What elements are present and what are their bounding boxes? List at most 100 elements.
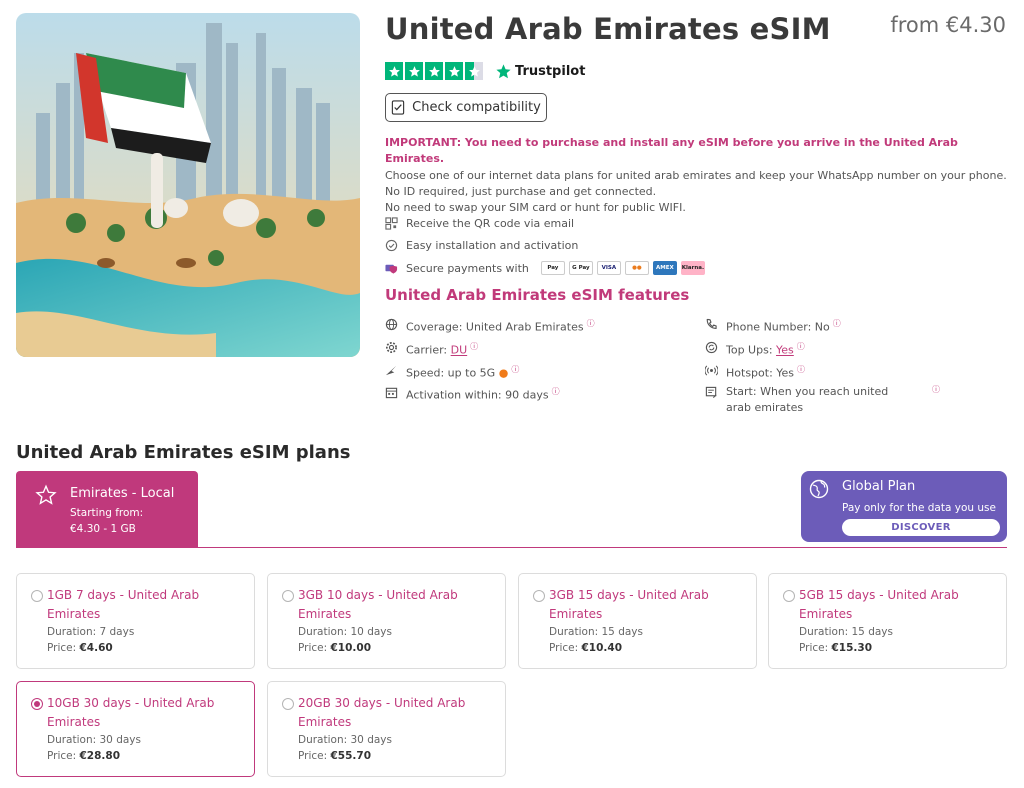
tab-local-starting-label: Starting from:	[70, 507, 144, 519]
info-icon[interactable]: ⓘ	[470, 342, 478, 351]
plan-name: 20GB 30 days - United Arab Emirates	[298, 696, 466, 729]
plan-card[interactable]: 20GB 30 days - United Arab Emirates Durat…	[267, 681, 506, 777]
description-line: No ID required, just purchase and get co…	[385, 184, 657, 198]
duration-label: Duration:	[47, 626, 97, 638]
feature-phone: Phone Number: No ⓘ	[705, 316, 841, 336]
star-icon	[445, 62, 463, 80]
price-label: Price:	[298, 642, 328, 654]
visa-icon: VISA	[596, 261, 621, 276]
plan-name: 5GB 15 days - United Arab Emirates	[799, 588, 959, 621]
feature-coverage: Coverage: United Arab Emirates ⓘ	[385, 316, 595, 336]
calendar-icon	[385, 387, 398, 399]
plan-price: Price: €28.80	[47, 750, 120, 762]
duration-label: Duration:	[549, 626, 599, 638]
plan-duration: Duration: 30 days	[47, 734, 141, 746]
amex-icon: AMEX	[652, 261, 677, 276]
price-label: Price:	[298, 750, 328, 762]
info-icon[interactable]: ⓘ	[587, 319, 595, 328]
plan-card[interactable]: 3GB 15 days - United Arab Emirates Durati…	[518, 573, 757, 669]
secure-payment-icon	[385, 264, 398, 274]
perks-list: Receive the QR code via email Easy insta…	[385, 212, 705, 280]
duration-value: 10 days	[350, 626, 392, 638]
feature-label: Activation within: 90 days	[406, 388, 549, 402]
plan-card[interactable]: 5GB 15 days - United Arab Emirates Durati…	[768, 573, 1007, 669]
feature-label: Hotspot: Yes	[726, 366, 795, 380]
price-label: Price:	[47, 750, 77, 762]
perk-label: Receive the QR code via email	[406, 216, 575, 230]
plan-radio[interactable]	[282, 698, 294, 710]
mastercard-icon: ●●	[624, 261, 649, 276]
info-icon[interactable]: ⓘ	[833, 319, 841, 328]
klarna-icon: Klarna.	[680, 261, 705, 276]
feature-label: Carrier:	[406, 343, 448, 357]
global-plan-title: Global Plan	[842, 479, 916, 494]
feature-topups: Top Ups: Yes ⓘ	[705, 339, 805, 359]
feature-activation: Activation within: 90 days ⓘ	[385, 384, 560, 404]
apple-pay-icon: Pay	[540, 261, 565, 276]
phone-icon	[706, 318, 717, 329]
global-plan-subtitle: Pay only for the data you use	[842, 502, 996, 514]
plane-ticket-icon	[705, 386, 717, 399]
features-title: United Arab Emirates eSIM features	[385, 286, 690, 304]
duration-label: Duration:	[47, 734, 97, 746]
price-label: Price:	[47, 642, 77, 654]
info-icon[interactable]: ⓘ	[932, 382, 940, 398]
feature-label: Top Ups:	[726, 343, 773, 357]
plan-radio[interactable]	[31, 590, 43, 602]
info-icon[interactable]: ⓘ	[797, 365, 805, 374]
trustpilot-rating[interactable]: Trustpilot	[385, 62, 585, 80]
star-icon	[405, 62, 423, 80]
feature-label: Start: When you reach united arab emirat…	[726, 385, 889, 414]
carrier-link[interactable]: DU	[451, 344, 468, 357]
qr-code-icon	[385, 217, 398, 230]
plan-name: 10GB 30 days - United Arab Emirates	[47, 696, 215, 729]
plan-radio[interactable]	[783, 590, 795, 602]
perk-payments: Secure payments with Pay G Pay VISA ●● A…	[385, 257, 705, 280]
plan-duration: Duration: 7 days	[47, 626, 134, 638]
tab-emirates-local[interactable]: Emirates - Local Starting from: €4.30 - …	[16, 471, 198, 548]
global-plan-banner[interactable]: Global Plan Pay only for the data you us…	[801, 471, 1007, 542]
info-icon[interactable]: ⓘ	[511, 365, 519, 374]
discover-button[interactable]: DISCOVER	[842, 519, 1000, 536]
trustpilot-logo: Trustpilot	[495, 63, 585, 80]
tab-local-title: Emirates - Local	[70, 486, 175, 501]
price-value: €10.00	[330, 642, 372, 654]
plan-duration: Duration: 10 days	[298, 626, 392, 638]
info-icon[interactable]: ⓘ	[552, 387, 560, 396]
plan-price: Price: €10.00	[298, 642, 371, 654]
important-notice: IMPORTANT: You need to purchase and inst…	[385, 136, 958, 166]
price-value: €10.40	[581, 642, 623, 654]
feature-label: Speed: up to 5G	[406, 366, 496, 380]
plan-card[interactable]: 1GB 7 days - United Arab Emirates Duratio…	[16, 573, 255, 669]
product-description: IMPORTANT: You need to purchase and inst…	[385, 135, 1010, 216]
check-compatibility-button[interactable]: Check compatibility	[385, 93, 547, 122]
price-value: €15.30	[831, 642, 873, 654]
feature-speed: Speed: up to 5G ● ⓘ	[385, 362, 519, 382]
plan-radio[interactable]	[31, 698, 43, 710]
topups-link[interactable]: Yes	[776, 344, 794, 357]
feature-label: Phone Number: No	[726, 320, 830, 334]
plans-title: United Arab Emirates eSIM plans	[16, 442, 351, 463]
trustpilot-star-icon	[496, 63, 511, 78]
star-icon	[385, 62, 403, 80]
plan-radio[interactable]	[533, 590, 545, 602]
price-from: from €4.30	[890, 13, 1006, 37]
plan-name: 3GB 10 days - United Arab Emirates	[298, 588, 458, 621]
tabs-divider	[16, 547, 1007, 548]
perk-qr: Receive the QR code via email	[385, 212, 705, 235]
trustpilot-label: Trustpilot	[515, 63, 586, 79]
perk-label: Easy installation and activation	[406, 239, 579, 253]
plan-price: Price: €55.70	[298, 750, 371, 762]
star-icon	[425, 62, 443, 80]
check-compatibility-label: Check compatibility	[412, 100, 541, 115]
plan-duration: Duration: 30 days	[298, 734, 392, 746]
price-value: €4.60	[79, 642, 113, 654]
info-icon[interactable]: ⓘ	[797, 342, 805, 351]
feature-hotspot: Hotspot: Yes ⓘ	[705, 362, 805, 382]
plan-card[interactable]: 3GB 10 days - United Arab Emirates Durati…	[267, 573, 506, 669]
plan-price: Price: €15.30	[799, 642, 872, 654]
globe-icon	[809, 479, 829, 499]
plan-radio[interactable]	[282, 590, 294, 602]
plan-card[interactable]: 10GB 30 days - United Arab Emirates Durat…	[16, 681, 255, 777]
perk-install: Easy installation and activation	[385, 235, 705, 258]
